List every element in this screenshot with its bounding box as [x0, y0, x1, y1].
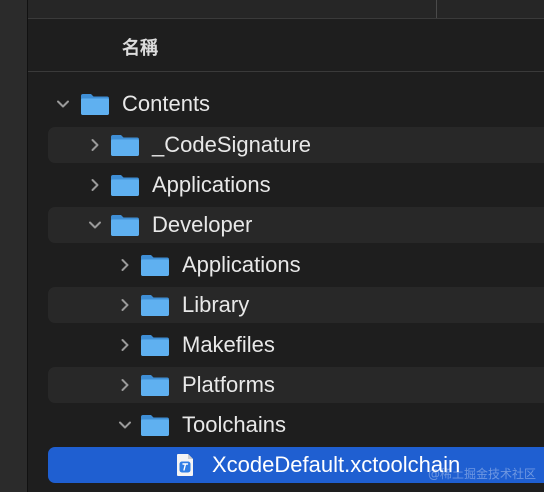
folder-icon	[140, 373, 170, 397]
folder-icon	[140, 413, 170, 437]
tree-row-contents[interactable]: Contents	[48, 86, 544, 122]
tree-row-label: Contents	[122, 91, 211, 116]
tree-row-library[interactable]: Library	[48, 287, 544, 323]
chevron-down-icon[interactable]	[118, 418, 132, 432]
folder-icon	[110, 213, 140, 237]
tree-row-label: Applications	[182, 252, 301, 277]
xctoolchain-file-icon	[176, 453, 194, 477]
folder-icon	[110, 133, 140, 157]
tree-row-label: Applications	[152, 172, 271, 197]
tree-row-makefiles[interactable]: Makefiles	[48, 327, 544, 363]
folder-icon	[140, 333, 170, 357]
chevron-right-icon[interactable]	[118, 378, 132, 392]
tree-row-label: Makefiles	[182, 332, 275, 357]
tree-row-platforms[interactable]: Platforms	[48, 367, 544, 403]
tree-row-label: XcodeDefault.xctoolchain	[212, 452, 461, 477]
folder-icon	[80, 92, 110, 116]
tree-row-developer[interactable]: Developer	[48, 207, 544, 243]
tree-row-label: Developer	[152, 212, 253, 237]
tree-row-toolchains[interactable]: Toolchains	[48, 407, 544, 443]
tree-row-codesignature[interactable]: _CodeSignature	[48, 127, 544, 163]
folder-icon	[140, 253, 170, 277]
folder-icon	[110, 173, 140, 197]
tree-row-label: _CodeSignature	[152, 132, 312, 157]
column-header[interactable]: 名稱	[28, 19, 544, 72]
chevron-right-icon[interactable]	[118, 338, 132, 352]
chevron-right-icon[interactable]	[88, 138, 102, 152]
chevron-down-icon[interactable]	[56, 97, 70, 111]
folder-icon	[140, 293, 170, 317]
toolbar-strip	[28, 0, 544, 19]
chevron-down-icon[interactable]	[88, 218, 102, 232]
tree-row-label: Library	[182, 292, 250, 317]
sidebar-edge	[0, 0, 28, 492]
tree-row-label: Toolchains	[182, 412, 286, 437]
chevron-right-icon[interactable]	[118, 298, 132, 312]
tree-row-dev-applications[interactable]: Applications	[48, 247, 544, 283]
name-column-title[interactable]: 名稱	[122, 34, 158, 60]
watermark: @稀土掘金技术社区	[427, 467, 536, 481]
tree-row-label: Platforms	[182, 372, 275, 397]
column-divider[interactable]	[436, 0, 437, 18]
chevron-right-icon[interactable]	[118, 258, 132, 272]
tree-row-applications[interactable]: Applications	[48, 167, 544, 203]
chevron-right-icon[interactable]	[88, 178, 102, 192]
